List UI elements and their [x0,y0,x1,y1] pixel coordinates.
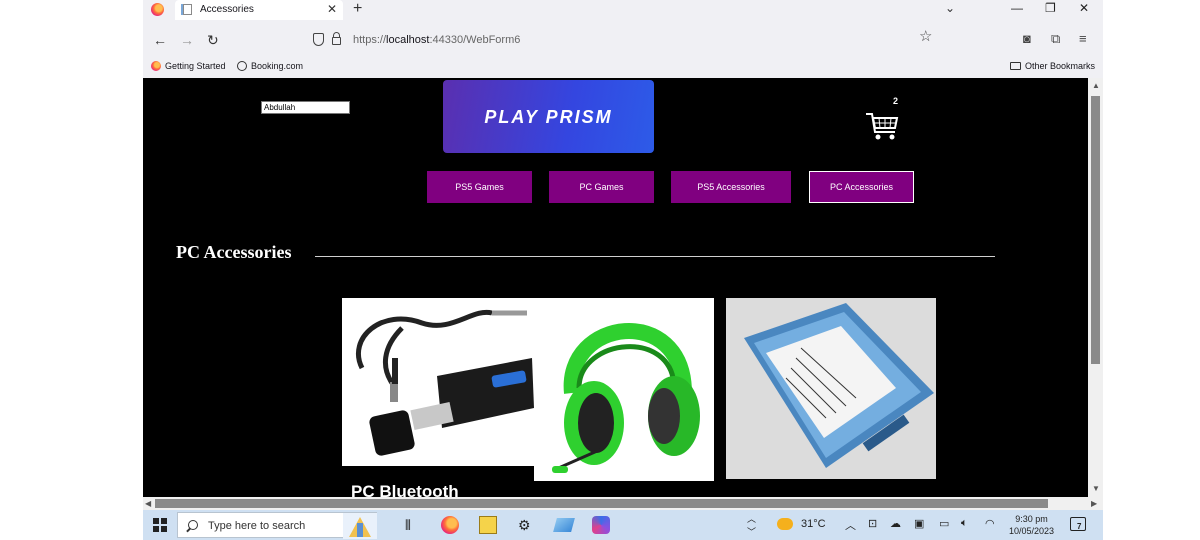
app-taskbar-icon[interactable] [479,516,497,534]
navigation-toolbar: ← → ↻ https://localhost:44330/WebForm6 ☆… [143,24,1103,58]
minimize-button[interactable]: — [1011,1,1023,15]
search-highlight-icon [343,513,377,539]
cloud-icon[interactable]: ☁ [890,517,901,530]
page-icon [181,4,192,15]
weather-icon[interactable] [777,518,793,530]
product-name[interactable]: PC Bluetooth [351,482,459,497]
other-bookmarks[interactable]: Other Bookmarks [1010,61,1095,71]
vertical-scroll-thumb[interactable] [1091,96,1100,364]
bookmark-booking[interactable]: Booking.com [237,61,303,71]
restore-button[interactable]: ❐ [1045,1,1056,15]
nav-pc-accessories-button[interactable]: PC Accessories [809,171,914,203]
clock-date: 10/05/2023 [1009,526,1055,536]
clock-time: 9:30 pm [1015,514,1048,524]
url-text[interactable]: https://localhost:44330/WebForm6 [353,34,520,46]
overflow-chevron-icon[interactable]: ︿ ﹀ [747,512,756,538]
taskbar-search-box[interactable]: Type here to search [177,512,377,539]
wifi-icon[interactable]: ◠ [985,517,995,530]
menu-icon[interactable]: ≡ [1079,31,1087,46]
globe-icon [237,61,247,71]
horizontal-scrollbar[interactable]: ◀ ▶ [143,497,1103,510]
tray-app-icon[interactable]: ⊡ [868,517,877,530]
battery-icon[interactable]: ▭ [939,517,949,530]
taskbar-clock[interactable]: 9:30 pm 10/05/2023 [1009,513,1054,537]
close-window-button[interactable]: ✕ [1079,1,1089,15]
volume-icon[interactable]: 🔈︎ [961,517,968,530]
notification-icon[interactable]: 7 [1070,517,1086,531]
site-logo[interactable]: PLAY PRISM [443,80,654,153]
lock-icon[interactable] [332,32,341,45]
copilot-icon[interactable] [592,516,610,534]
weather-temperature[interactable]: 31°C [801,518,826,530]
tab-title: Accessories [200,4,254,15]
vertical-scrollbar[interactable]: ▲ ▼ [1088,78,1103,497]
scroll-down-arrow-icon[interactable]: ▼ [1092,484,1100,493]
section-divider [315,256,995,257]
settings-gear-icon[interactable]: ⚙ [518,517,531,534]
bookmark-getting-started[interactable]: Getting Started [151,61,226,71]
user-name-field[interactable]: Abdullah [261,101,350,114]
address-bar[interactable]: https://localhost:44330/WebForm6 [307,29,937,52]
logo-text: PLAY PRISM [484,107,613,127]
system-tray-chevron-icon[interactable]: ︿ [845,517,856,533]
scroll-right-arrow-icon[interactable]: ▶ [1091,499,1097,508]
ssd-drive-image[interactable] [726,298,936,479]
pocket-icon[interactable]: ◙ [1023,31,1031,46]
file-manager-icon[interactable] [553,518,575,532]
shield-icon[interactable] [313,33,324,46]
task-view-icon[interactable]: ⫴ [405,517,411,534]
browser-window: Accessories ✕ + ⌄ — ❐ ✕ ← → ↻ https://lo… [143,0,1103,510]
shopping-cart-icon[interactable] [865,110,899,142]
close-tab-icon[interactable]: ✕ [327,2,337,16]
reload-button[interactable]: ↻ [207,32,219,49]
green-headset-image[interactable] [534,298,714,481]
scroll-left-arrow-icon[interactable]: ◀ [145,499,151,508]
bluetooth-adapter-image[interactable] [342,298,534,466]
section-title: PC Accessories [176,242,292,262]
web-page: Abdullah PLAY PRISM 2 PS5 Games PC Games… [143,78,1088,497]
firefox-icon[interactable] [151,3,164,16]
scroll-up-arrow-icon[interactable]: ▲ [1092,81,1100,90]
forward-button[interactable]: → [180,32,194,48]
firefox-icon [151,61,161,71]
new-tab-button[interactable]: + [353,0,362,18]
bookmark-star-icon[interactable]: ☆ [919,27,932,45]
windows-start-icon[interactable] [153,518,167,532]
extensions-icon[interactable]: ⧉ [1051,31,1060,47]
search-placeholder: Type here to search [208,520,306,532]
tab-strip: Accessories ✕ + ⌄ — ❐ ✕ [143,0,1103,20]
nav-ps5-games-button[interactable]: PS5 Games [427,171,532,203]
tab-list-chevron-icon[interactable]: ⌄ [945,1,955,15]
tray-display-icon[interactable]: ▣ [914,517,924,530]
firefox-taskbar-icon[interactable] [441,516,459,534]
headset-illustration [552,323,700,473]
cart-count-badge: 2 [893,96,899,106]
nav-pc-games-button[interactable]: PC Games [549,171,654,203]
nav-ps5-accessories-button[interactable]: PS5 Accessories [671,171,791,203]
search-icon [188,520,198,530]
bookmarks-bar: Getting Started Booking.com Other Bookma… [143,58,1103,77]
horizontal-scroll-thumb[interactable] [155,499,1048,508]
bluetooth-adapter-illustration [355,309,534,456]
notification-count: 7 [1077,522,1082,531]
windows-taskbar: Type here to search ⫴ ⚙ ︿ ﹀ 31°C ︿ ⊡ ☁ ▣ … [143,510,1103,540]
folder-icon [1010,62,1021,70]
back-button[interactable]: ← [153,32,167,48]
ssd-illustration [744,303,934,468]
tab-accessories[interactable]: Accessories ✕ [175,0,343,20]
